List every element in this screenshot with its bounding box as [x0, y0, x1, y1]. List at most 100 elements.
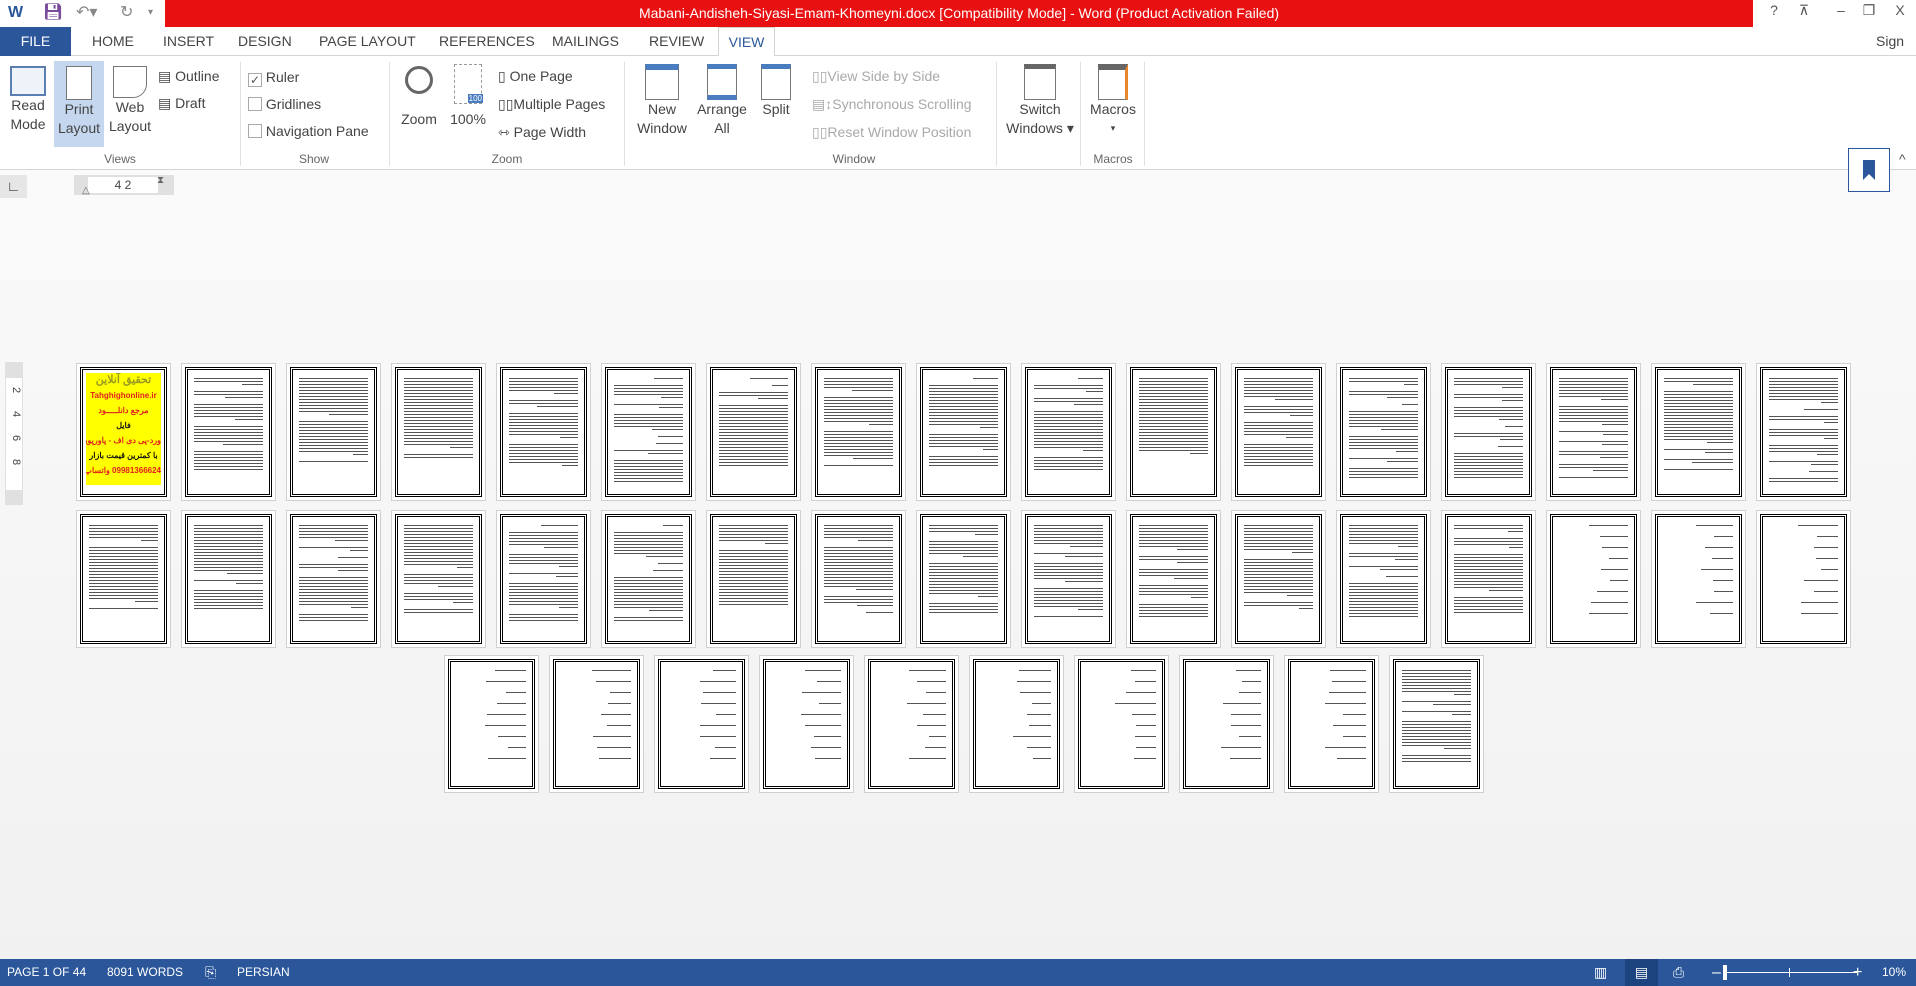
vertical-ruler[interactable]: 2 4 6 8 — [5, 362, 23, 505]
view-side-by-side-button[interactable]: ▯▯View Side by Side — [812, 67, 940, 85]
arrange-all-button[interactable]: Arrange All — [696, 62, 748, 148]
page-thumbnail[interactable] — [1179, 655, 1274, 793]
page-thumbnail[interactable] — [1336, 510, 1431, 648]
switch-windows-button[interactable]: Switch Windows ▾ — [1006, 62, 1074, 148]
page-thumbnail[interactable] — [916, 510, 1011, 648]
tab-insert[interactable]: INSERT — [163, 27, 214, 56]
page-thumbnail[interactable] — [811, 510, 906, 648]
sign-in-link[interactable]: Sign in — [1876, 27, 1916, 78]
ribbon-display-icon[interactable]: ⊼ — [1792, 2, 1816, 19]
page-width-button[interactable]: ⇿ Page Width — [498, 123, 586, 141]
page-thumbnail[interactable] — [1546, 363, 1641, 501]
page-thumbnail[interactable] — [76, 510, 171, 648]
page-thumbnail[interactable] — [286, 510, 381, 648]
horizontal-ruler[interactable]: 4 2 ⧗ △ — [74, 175, 174, 196]
new-window-button[interactable]: New Window — [636, 62, 688, 148]
page-thumbnail[interactable] — [1126, 363, 1221, 501]
zoom-out-button[interactable]: – — [1712, 959, 1721, 986]
print-layout-view-icon[interactable]: ▤ — [1625, 959, 1658, 986]
page-thumbnail[interactable] — [1651, 363, 1746, 501]
page-count[interactable]: PAGE 1 OF 44 — [7, 959, 86, 986]
page-thumbnail[interactable] — [1756, 363, 1851, 501]
read-mode-view-icon[interactable]: ▥ — [1594, 959, 1607, 986]
page-thumbnail[interactable] — [1231, 363, 1326, 501]
page-thumbnail[interactable] — [496, 363, 591, 501]
page-thumbnail[interactable] — [1756, 510, 1851, 648]
tab-references[interactable]: REFERENCES — [439, 27, 535, 56]
zoom-slider-thumb[interactable] — [1723, 965, 1727, 980]
language[interactable]: PERSIAN — [237, 959, 290, 986]
page-thumbnail[interactable] — [1441, 510, 1536, 648]
page-thumbnail[interactable] — [706, 363, 801, 501]
page-thumbnail[interactable] — [549, 655, 644, 793]
tab-design[interactable]: DESIGN — [238, 27, 292, 56]
zoom-level[interactable]: 10% — [1882, 959, 1906, 986]
customize-toolbar-icon[interactable]: ▾ — [148, 3, 153, 23]
page-thumbnail[interactable] — [1126, 510, 1221, 648]
print-layout-button[interactable]: Print Layout — [54, 61, 104, 147]
tab-home[interactable]: HOME — [92, 27, 134, 56]
page-thumbnail[interactable] — [1231, 510, 1326, 648]
navigation-pane-checkbox[interactable]: Navigation Pane — [248, 122, 369, 140]
reset-window-position-button[interactable]: ▯▯Reset Window Position — [812, 123, 971, 141]
page-thumbnail[interactable] — [1336, 363, 1431, 501]
indent-marker-icon[interactable]: ⧗ — [157, 175, 164, 186]
undo-icon[interactable]: ↶▾ — [76, 3, 97, 23]
page-thumbnail[interactable] — [1441, 363, 1536, 501]
redo-icon[interactable]: ↻ — [120, 3, 133, 23]
help-icon[interactable]: ? — [1762, 2, 1786, 18]
zoom-button[interactable]: Zoom — [396, 62, 442, 148]
bookmark-button[interactable] — [1848, 148, 1890, 192]
page-thumbnail[interactable] — [601, 363, 696, 501]
page-thumbnail[interactable] — [444, 655, 539, 793]
synchronous-scrolling-button[interactable]: ▤↕Synchronous Scrolling — [812, 95, 972, 113]
page-thumbnail[interactable] — [811, 363, 906, 501]
page-thumbnail[interactable] — [286, 363, 381, 501]
page-thumbnail[interactable] — [759, 655, 854, 793]
close-icon[interactable]: X — [1888, 2, 1912, 18]
tab-selector[interactable]: ∟ — [0, 175, 27, 198]
draft-button[interactable]: ▤ Draft — [158, 94, 205, 112]
minimize-icon[interactable]: – — [1829, 2, 1853, 18]
web-layout-button[interactable]: Web Layout — [106, 62, 154, 148]
tab-page-layout[interactable]: PAGE LAYOUT — [319, 27, 416, 56]
outline-button[interactable]: ▤ Outline — [158, 67, 219, 85]
tab-mailings[interactable]: MAILINGS — [552, 27, 619, 56]
collapse-ribbon-icon[interactable]: ^ — [1899, 151, 1906, 167]
read-mode-button[interactable]: Read Mode — [6, 62, 50, 148]
page-thumbnail[interactable] — [654, 655, 749, 793]
page-thumbnail[interactable] — [181, 510, 276, 648]
page-thumbnail[interactable] — [916, 363, 1011, 501]
page-thumbnail[interactable] — [864, 655, 959, 793]
page-thumbnail[interactable] — [391, 510, 486, 648]
tab-view[interactable]: VIEW — [718, 27, 775, 57]
tab-file[interactable]: FILE — [0, 27, 71, 56]
left-indent-marker-icon[interactable]: △ — [82, 185, 90, 196]
document-canvas[interactable]: ∟ 4 2 ⧗ △ 2 4 6 8 تحقیق آنلاین Tahghighon… — [0, 148, 1916, 959]
zoom-slider[interactable] — [1725, 972, 1857, 973]
page-thumbnail[interactable] — [1389, 655, 1484, 793]
zoom-100-button[interactable]: 100 100% — [446, 62, 490, 148]
multiple-pages-button[interactable]: ▯▯Multiple Pages — [498, 95, 605, 113]
page-thumbnail[interactable] — [1651, 510, 1746, 648]
page-thumbnail[interactable] — [969, 655, 1064, 793]
page-thumbnail[interactable] — [496, 510, 591, 648]
page-thumbnail[interactable] — [1021, 510, 1116, 648]
gridlines-checkbox[interactable]: Gridlines — [248, 95, 321, 113]
web-layout-view-icon[interactable]: ⎙ — [1673, 959, 1684, 986]
page-thumbnail[interactable] — [1284, 655, 1379, 793]
page-thumbnail[interactable]: تحقیق آنلاین Tahghighonline.ir مرجع دانلــ… — [76, 363, 171, 501]
split-button[interactable]: Split — [756, 62, 796, 148]
zoom-in-button[interactable]: + — [1853, 959, 1862, 986]
proofing-icon[interactable]: ⎘ — [205, 959, 216, 986]
ruler-checkbox[interactable]: ✓ Ruler — [248, 68, 299, 87]
page-thumbnail[interactable] — [181, 363, 276, 501]
restore-icon[interactable]: ❐ — [1857, 2, 1881, 19]
page-thumbnail[interactable] — [1074, 655, 1169, 793]
page-thumbnail[interactable] — [706, 510, 801, 648]
page-thumbnail[interactable] — [391, 363, 486, 501]
page-thumbnail[interactable] — [1546, 510, 1641, 648]
page-thumbnail[interactable] — [601, 510, 696, 648]
tab-review[interactable]: REVIEW — [649, 27, 704, 56]
one-page-button[interactable]: ▯ One Page — [498, 67, 573, 85]
